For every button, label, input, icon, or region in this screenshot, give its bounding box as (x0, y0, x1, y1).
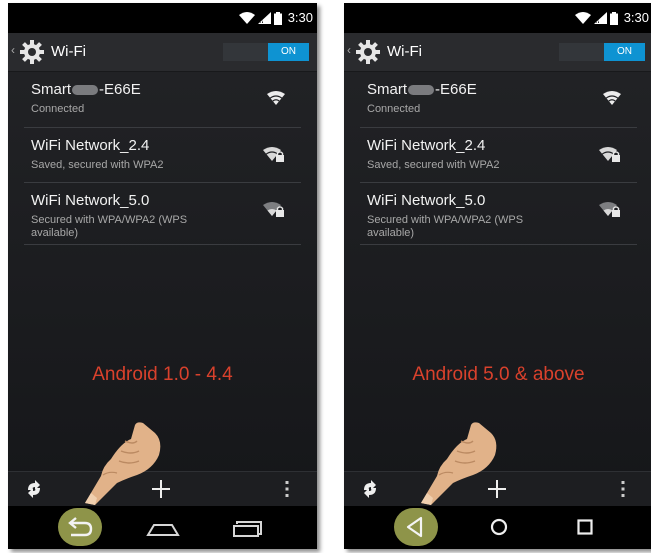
network-name: WiFi Network_2.4 (31, 137, 150, 154)
network-name: WiFi Network_2.4 (367, 137, 486, 154)
settings-gear-icon[interactable] (20, 40, 44, 64)
network-item[interactable]: Smart -E66E Connected (360, 72, 637, 128)
page-title: Wi-Fi (51, 43, 86, 60)
wifi-toggle[interactable]: ON (223, 43, 309, 61)
network-status: Connected (31, 103, 85, 115)
network-name: Smart -E66E (367, 81, 477, 98)
wifi-status-icon (574, 12, 591, 24)
network-item[interactable]: WiFi Network_5.0 Secured with WPA/WPA2 (… (24, 183, 301, 245)
network-status: Saved, secured with WPA2 (31, 159, 164, 171)
action-bar: ‹ Wi-Fi ON (8, 33, 317, 72)
network-status: Secured with WPA/WPA2 (WPS available) (367, 214, 524, 239)
network-name: Smart -E66E (31, 81, 141, 98)
home-icon[interactable] (145, 512, 181, 542)
settings-gear-icon[interactable] (356, 40, 380, 64)
overflow-menu-icon[interactable] (620, 479, 626, 499)
overflow-menu-icon[interactable] (284, 479, 290, 499)
pointing-hand-illustration (85, 422, 161, 505)
wifi-full-icon (603, 91, 621, 105)
wifi-toggle[interactable]: ON (559, 43, 645, 61)
recents-icon[interactable] (231, 512, 265, 542)
network-status: Secured with WPA/WPA2 (WPS available) (31, 214, 188, 239)
battery-icon (273, 11, 282, 25)
network-item[interactable]: WiFi Network_2.4 Saved, secured with WPA… (24, 128, 301, 183)
android-version-caption: Android 5.0 & above (412, 364, 585, 385)
phone-android-lollipop: 3:30 ‹ Wi-Fi ON Smart -E66E Connected Wi… (344, 3, 651, 549)
navigation-bar (344, 506, 651, 549)
wifi-full-icon (267, 91, 285, 105)
wifi-locked-icon (599, 147, 620, 162)
network-name: WiFi Network_5.0 (367, 192, 486, 209)
refresh-icon[interactable] (23, 479, 45, 499)
wifi-locked-weak-icon (263, 202, 284, 217)
network-status: Saved, secured with WPA2 (367, 159, 500, 171)
phone-android-legacy: 3:30 ‹ Wi-Fi ON Smart -E66E Connected Wi… (8, 3, 317, 549)
wifi-toggle-on-label: ON (268, 43, 309, 61)
status-time: 3:30 (623, 10, 649, 25)
signal-icon (593, 12, 607, 24)
wifi-status-icon (238, 12, 255, 24)
signal-icon (257, 12, 271, 24)
android-version-caption: Android 1.0 - 4.4 (92, 364, 233, 385)
status-time: 3:30 (287, 10, 313, 25)
up-caret-icon[interactable]: ‹ (11, 43, 15, 57)
wifi-locked-icon (263, 147, 284, 162)
redacted-blur (408, 85, 435, 96)
recents-square-icon[interactable] (570, 512, 600, 542)
refresh-icon[interactable] (359, 479, 381, 499)
battery-icon (609, 11, 618, 25)
page-title: Wi-Fi (387, 43, 422, 60)
back-triangle-icon[interactable] (401, 512, 431, 542)
home-circle-icon[interactable] (484, 512, 514, 542)
back-icon[interactable] (63, 512, 97, 542)
redacted-blur (72, 85, 99, 96)
up-caret-icon[interactable]: ‹ (347, 43, 351, 57)
network-item[interactable]: Smart -E66E Connected (24, 72, 301, 128)
status-bar: 3:30 (344, 3, 651, 33)
action-bar: ‹ Wi-Fi ON (344, 33, 651, 72)
navigation-bar (8, 506, 317, 549)
network-name: WiFi Network_5.0 (31, 192, 150, 209)
network-list: Smart -E66E Connected WiFi Network_2.4 Sa… (360, 72, 637, 245)
network-item[interactable]: WiFi Network_2.4 Saved, secured with WPA… (360, 128, 637, 183)
pointing-hand-illustration (421, 422, 497, 505)
wifi-toggle-on-label: ON (604, 43, 645, 61)
network-list: Smart -E66E Connected WiFi Network_2.4 Sa… (24, 72, 301, 245)
network-item[interactable]: WiFi Network_5.0 Secured with WPA/WPA2 (… (360, 183, 637, 245)
wifi-locked-weak-icon (599, 202, 620, 217)
status-bar: 3:30 (8, 3, 317, 33)
network-status: Connected (367, 103, 421, 115)
